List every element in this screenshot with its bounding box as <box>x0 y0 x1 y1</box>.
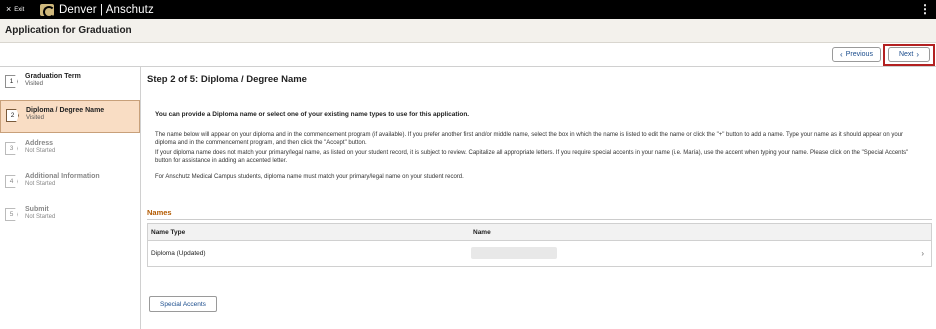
name-type-cell: Diploma (Updated) <box>151 250 206 257</box>
step-title: Graduation Term <box>25 73 81 80</box>
step-graduation-term[interactable]: 1 Graduation Term Visited <box>0 67 140 100</box>
brand: Denver | Anschutz <box>40 3 154 18</box>
previous-button[interactable]: ‹ Previous <box>832 47 881 62</box>
instructions-paragraph-2: If your diploma name does not match your… <box>155 150 909 164</box>
instructions-paragraph-1: The name below will appear on your diplo… <box>155 132 904 146</box>
top-bar: × Exit Denver | Anschutz ⋮ <box>0 0 936 19</box>
step-number: 4 <box>5 175 18 188</box>
table-header: Name Type Name <box>148 224 931 241</box>
step-status: Not Started <box>25 181 56 187</box>
step-title: Address <box>25 140 54 147</box>
step-number: 2 <box>6 109 19 122</box>
close-icon: × <box>6 4 12 14</box>
step-title: Additional Information <box>25 173 100 180</box>
brand-name: Denver | Anschutz <box>59 3 154 16</box>
step-status: Not Started <box>25 214 56 220</box>
step-additional-information[interactable]: 4 Additional Information Not Started <box>0 167 140 200</box>
exit-label: Exit <box>14 6 25 13</box>
step-number: 3 <box>5 142 18 155</box>
divider <box>147 219 932 220</box>
nav-row: ‹ Previous Next › <box>0 43 936 67</box>
step-status: Visited <box>25 81 43 87</box>
step-number: 1 <box>5 75 18 88</box>
column-header-name-type: Name Type <box>151 229 186 236</box>
steps-sidebar: 1 Graduation Term Visited 2 Diploma / De… <box>0 67 141 329</box>
exit-button[interactable]: × Exit <box>0 5 40 14</box>
chevron-left-icon: ‹ <box>840 49 843 59</box>
step-status: Not Started <box>25 148 56 154</box>
special-accents-button[interactable]: Special Accents <box>149 296 217 312</box>
step-submit[interactable]: 5 Submit Not Started <box>0 200 140 233</box>
step-status: Visited <box>26 115 44 121</box>
column-header-name: Name <box>473 229 491 236</box>
step-title: Diploma / Degree Name <box>26 107 105 114</box>
next-button[interactable]: Next › <box>888 47 930 62</box>
cu-logo-icon <box>40 3 55 18</box>
step-heading: Step 2 of 5: Diploma / Degree Name <box>147 74 307 85</box>
more-options-icon[interactable]: ⋮ <box>919 3 931 15</box>
step-address[interactable]: 3 Address Not Started <box>0 134 140 167</box>
step-title: Submit <box>25 206 49 213</box>
names-table: Name Type Name Diploma (Updated) › <box>147 223 932 267</box>
step-number: 5 <box>5 208 18 221</box>
redacted-name <box>471 247 557 259</box>
names-section-label: Names <box>147 208 172 217</box>
chevron-right-icon[interactable]: › <box>921 249 924 258</box>
chevron-right-icon: › <box>916 49 920 59</box>
step-diploma-degree-name[interactable]: 2 Diploma / Degree Name Visited <box>0 100 140 133</box>
previous-label: Previous <box>845 51 873 58</box>
page-title: Application for Graduation <box>5 25 132 36</box>
table-row[interactable]: Diploma (Updated) › <box>148 241 931 266</box>
intro-text: You can provide a Diploma name or select… <box>155 111 470 118</box>
instructions-paragraph-3: For Anschutz Medical Campus students, di… <box>155 174 464 180</box>
next-label: Next <box>898 51 914 58</box>
title-bar: Application for Graduation <box>0 19 936 43</box>
